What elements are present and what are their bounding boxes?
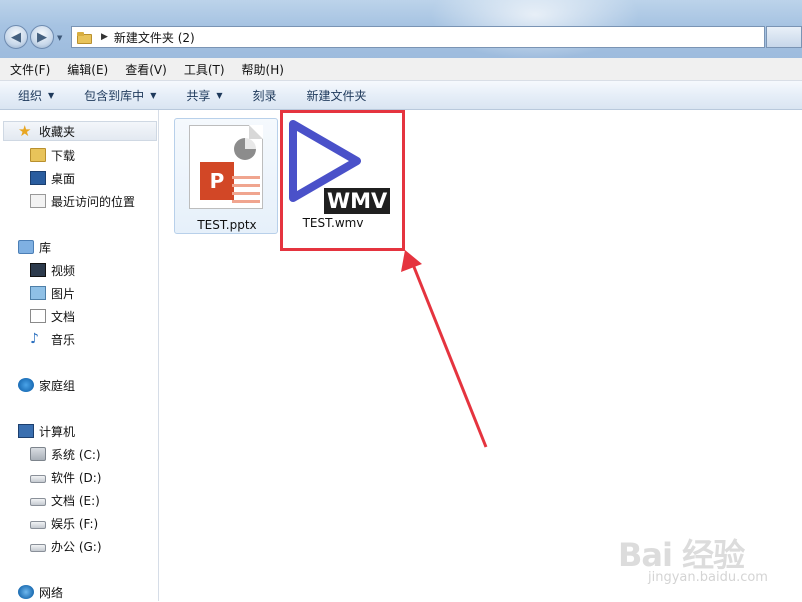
nav-item-drive-e[interactable]: 文档 (E:) [0, 490, 100, 510]
share-button[interactable]: 共享 ▼ [168, 87, 234, 104]
hard-drive-icon [30, 498, 46, 506]
recent-places-icon [30, 194, 46, 208]
nav-item-drive-c[interactable]: 系统 (C:) [0, 444, 101, 464]
breadcrumb-chevron-icon[interactable]: ▶ [101, 32, 108, 42]
forward-button[interactable]: ▶ [30, 25, 54, 49]
nav-label: 文档 (E:) [51, 493, 100, 508]
nav-label: 办公 (G:) [51, 539, 102, 554]
nav-item-music[interactable]: ♪ 音乐 [0, 329, 75, 349]
nav-favorites[interactable]: ★ 收藏夹 [3, 121, 157, 141]
caret-down-icon: ▼ [150, 90, 157, 100]
watermark-url: jingyan.baidu.com [648, 570, 768, 585]
nav-item-pictures[interactable]: 图片 [0, 283, 75, 303]
nav-label: 娱乐 (F:) [51, 516, 99, 531]
baidu-jingyan-watermark: Bai 经验 jingyan.baidu.com [612, 514, 792, 594]
back-button[interactable]: ◀ [4, 25, 28, 49]
nav-item-documents[interactable]: 文档 [0, 306, 75, 326]
nav-item-desktop[interactable]: 桌面 [0, 168, 75, 188]
address-path: 新建文件夹 (2) [113, 30, 195, 45]
page-fold [249, 125, 263, 139]
nav-item-drive-d[interactable]: 软件 (D:) [0, 467, 101, 487]
window-title-bar: ◀ ▶ ▼ ▶ 新建文件夹 (2) [0, 0, 802, 60]
menu-help[interactable]: 帮助(H) [232, 61, 291, 78]
file-item-wmv[interactable]: WMV TEST.wmv [281, 118, 391, 234]
nav-label: 网络 [39, 585, 64, 600]
hard-drive-icon [30, 544, 46, 552]
nav-label: 计算机 [39, 424, 76, 439]
star-icon: ★ [18, 122, 32, 140]
powerpoint-badge: P [200, 162, 234, 200]
nav-label: 下载 [51, 148, 76, 163]
nav-label: 桌面 [51, 171, 76, 186]
nav-item-drive-g[interactable]: 办公 (G:) [0, 536, 102, 556]
refresh-button[interactable] [766, 26, 802, 48]
command-bar: 组织 ▼ 包含到库中 ▼ 共享 ▼ 刻录 新建文件夹 [0, 81, 802, 110]
nav-label: 图片 [51, 286, 76, 301]
nav-label: 最近访问的位置 [51, 194, 136, 209]
folder-icon [77, 31, 93, 44]
nav-label: 音乐 [51, 332, 76, 347]
forward-arrow-icon: ▶ [37, 29, 47, 45]
downloads-folder-icon [30, 148, 46, 162]
pie-chart-icon [234, 138, 256, 160]
desktop-icon [30, 171, 46, 185]
nav-label: 家庭组 [39, 378, 76, 393]
menu-bar: 文件(F) 编辑(E) 查看(V) 工具(T) 帮助(H) [0, 58, 802, 81]
system-drive-icon [30, 447, 46, 461]
burn-button[interactable]: 刻录 [235, 87, 289, 104]
share-label: 共享 [186, 88, 211, 103]
computer-icon [18, 424, 34, 438]
nav-item-drive-f[interactable]: 娱乐 (F:) [0, 513, 98, 533]
recent-pages-dropdown-icon[interactable]: ▼ [57, 34, 62, 42]
homegroup-icon [18, 378, 34, 392]
text-lines [232, 176, 260, 208]
hard-drive-icon [30, 521, 46, 529]
caret-down-icon: ▼ [48, 90, 55, 100]
include-in-library-button[interactable]: 包含到库中 ▼ [66, 87, 168, 104]
wmv-badge: WMV [324, 188, 391, 214]
video-library-icon [30, 263, 46, 277]
include-in-library-label: 包含到库中 [84, 88, 145, 103]
address-bar[interactable]: ▶ 新建文件夹 (2) [71, 26, 765, 48]
burn-label: 刻录 [252, 88, 277, 103]
nav-label: 文档 [51, 309, 76, 324]
menu-view[interactable]: 查看(V) [115, 61, 174, 78]
music-note-icon: ♪ [30, 331, 39, 347]
nav-item-downloads[interactable]: 下载 [0, 145, 75, 165]
menu-tools[interactable]: 工具(T) [174, 61, 232, 78]
new-folder-label: 新建文件夹 [306, 88, 367, 103]
hard-drive-icon [30, 475, 46, 483]
nav-label: 软件 (D:) [51, 470, 102, 485]
nav-network[interactable]: 网络 [0, 582, 63, 602]
organize-label: 组织 [18, 88, 43, 103]
file-name[interactable]: TEST.pptx [175, 218, 279, 232]
nav-item-recent-places[interactable]: 最近访问的位置 [0, 191, 135, 211]
caret-down-icon: ▼ [216, 90, 223, 100]
powerpoint-file-icon: P [189, 125, 263, 209]
organize-button[interactable]: 组织 ▼ [0, 87, 66, 104]
file-item-pptx[interactable]: P TEST.pptx [174, 118, 278, 234]
nav-label: 视频 [51, 263, 76, 278]
nav-libraries[interactable]: 库 [0, 237, 51, 257]
network-icon [18, 585, 34, 599]
pictures-library-icon [30, 286, 46, 300]
nav-label: 库 [39, 240, 52, 255]
nav-homegroup[interactable]: 家庭组 [0, 375, 75, 395]
nav-label: 收藏夹 [39, 124, 76, 139]
new-folder-button[interactable]: 新建文件夹 [289, 87, 379, 104]
back-arrow-icon: ◀ [11, 29, 21, 45]
file-name[interactable]: TEST.wmv [281, 216, 385, 230]
nav-label: 系统 (C:) [51, 447, 101, 462]
menu-edit[interactable]: 编辑(E) [57, 61, 115, 78]
navigation-pane: ★ 收藏夹 下载 桌面 最近访问的位置 库 视频 图片 文档 ♪ 音乐 家庭组 … [0, 110, 159, 601]
documents-library-icon [30, 309, 46, 323]
nav-computer[interactable]: 计算机 [0, 421, 75, 441]
nav-item-videos[interactable]: 视频 [0, 260, 75, 280]
menu-file[interactable]: 文件(F) [0, 61, 57, 78]
library-icon [18, 240, 34, 254]
